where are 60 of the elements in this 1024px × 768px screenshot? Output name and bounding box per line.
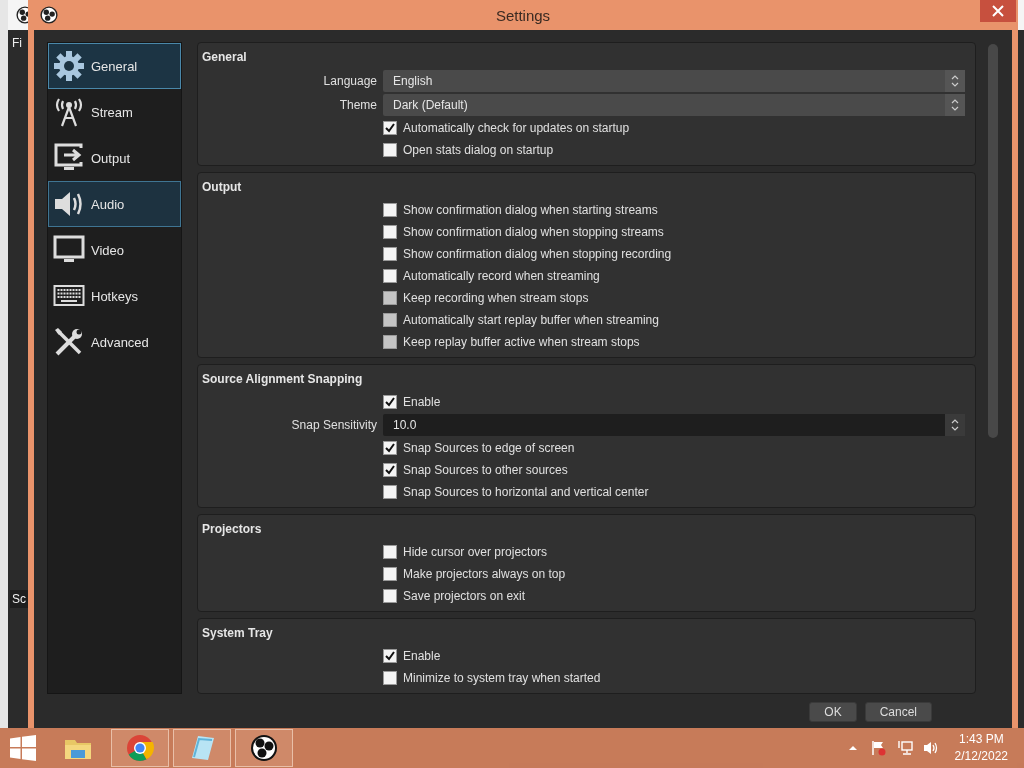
- dropdown[interactable]: Dark (Default): [383, 94, 965, 116]
- group-title: Source Alignment Snapping: [201, 371, 363, 388]
- sidebar-item[interactable]: Hotkeys: [48, 273, 181, 319]
- checkbox[interactable]: Hide cursor over projectors: [383, 545, 548, 559]
- spin-arrows-icon[interactable]: [945, 70, 965, 92]
- checkbox[interactable]: Open stats dialog on startup: [383, 143, 554, 157]
- gear-icon: [53, 50, 85, 82]
- sidebar-item[interactable]: Video: [48, 227, 181, 273]
- windows-logo-icon: [9, 735, 36, 761]
- volume-icon[interactable]: [922, 740, 939, 756]
- group-title: General: [201, 49, 247, 66]
- checkbox[interactable]: Automatically record when streaming: [383, 269, 600, 283]
- antenna-tower-icon: [53, 96, 85, 128]
- chrome-icon: [124, 732, 156, 764]
- checkbox[interactable]: Minimize to system tray when started: [383, 671, 601, 685]
- group-title: System Tray: [201, 625, 273, 642]
- sidebar-item[interactable]: Output: [48, 135, 181, 181]
- sidebar-item[interactable]: General: [48, 43, 181, 89]
- obs-icon: [248, 732, 280, 764]
- app-logo-icon: [40, 6, 58, 24]
- dropdown[interactable]: English: [383, 70, 965, 92]
- checkbox[interactable]: Snap Sources to horizontal and vertical center: [383, 485, 649, 499]
- dialog-button[interactable]: OK: [809, 702, 857, 722]
- checkbox[interactable]: Snap Sources to other sources: [383, 463, 568, 477]
- checkbox[interactable]: Enable: [383, 649, 441, 663]
- taskbar-app[interactable]: [235, 729, 293, 767]
- number-field[interactable]: 10.0: [383, 414, 965, 436]
- checkbox[interactable]: Snap Sources to edge of screen: [383, 441, 575, 455]
- checkbox[interactable]: Show confirmation dialog when starting streams: [383, 203, 658, 217]
- checkbox[interactable]: Enable: [383, 395, 441, 409]
- close-button[interactable]: [980, 0, 1016, 22]
- menu-item[interactable]: Fi: [8, 30, 26, 56]
- field-label: Snap Sensitivity: [291, 418, 377, 432]
- dock-title: Sc: [10, 590, 28, 608]
- checkbox[interactable]: Show confirmation dialog when stopping streams: [383, 225, 664, 239]
- dialog-button[interactable]: Cancel: [864, 702, 932, 722]
- checkbox[interactable]: Save projectors on exit: [383, 589, 526, 603]
- tools-icon: [53, 326, 85, 358]
- checkmark-icon: [384, 396, 396, 408]
- network-icon[interactable]: [896, 740, 913, 756]
- checkmark-icon: [384, 464, 396, 476]
- sidebar-item[interactable]: Advanced: [48, 319, 181, 365]
- field-label: Language: [323, 74, 377, 88]
- close-icon: [992, 5, 1004, 17]
- checkmark-icon: [384, 442, 396, 454]
- checkmark-icon: [384, 122, 396, 134]
- spin-arrows-icon[interactable]: [945, 414, 965, 436]
- flag-icon[interactable]: [870, 740, 887, 756]
- checkmark-icon: [384, 650, 396, 662]
- spin-arrows-icon[interactable]: [945, 94, 965, 116]
- checkbox[interactable]: Show confirmation dialog when stopping recording: [383, 247, 672, 261]
- field-label: Theme: [339, 98, 377, 112]
- group-title: Output: [201, 179, 242, 196]
- checkbox[interactable]: Make projectors always on top: [383, 567, 566, 581]
- window-title: Settings: [494, 6, 552, 24]
- sidebar-item[interactable]: Stream: [48, 89, 181, 135]
- sidebar-item[interactable]: Audio: [48, 181, 181, 227]
- group-title: Projectors: [201, 521, 262, 538]
- checkbox[interactable]: Automatically check for updates on startup: [383, 121, 630, 135]
- scrollbar-thumb[interactable]: [988, 44, 998, 438]
